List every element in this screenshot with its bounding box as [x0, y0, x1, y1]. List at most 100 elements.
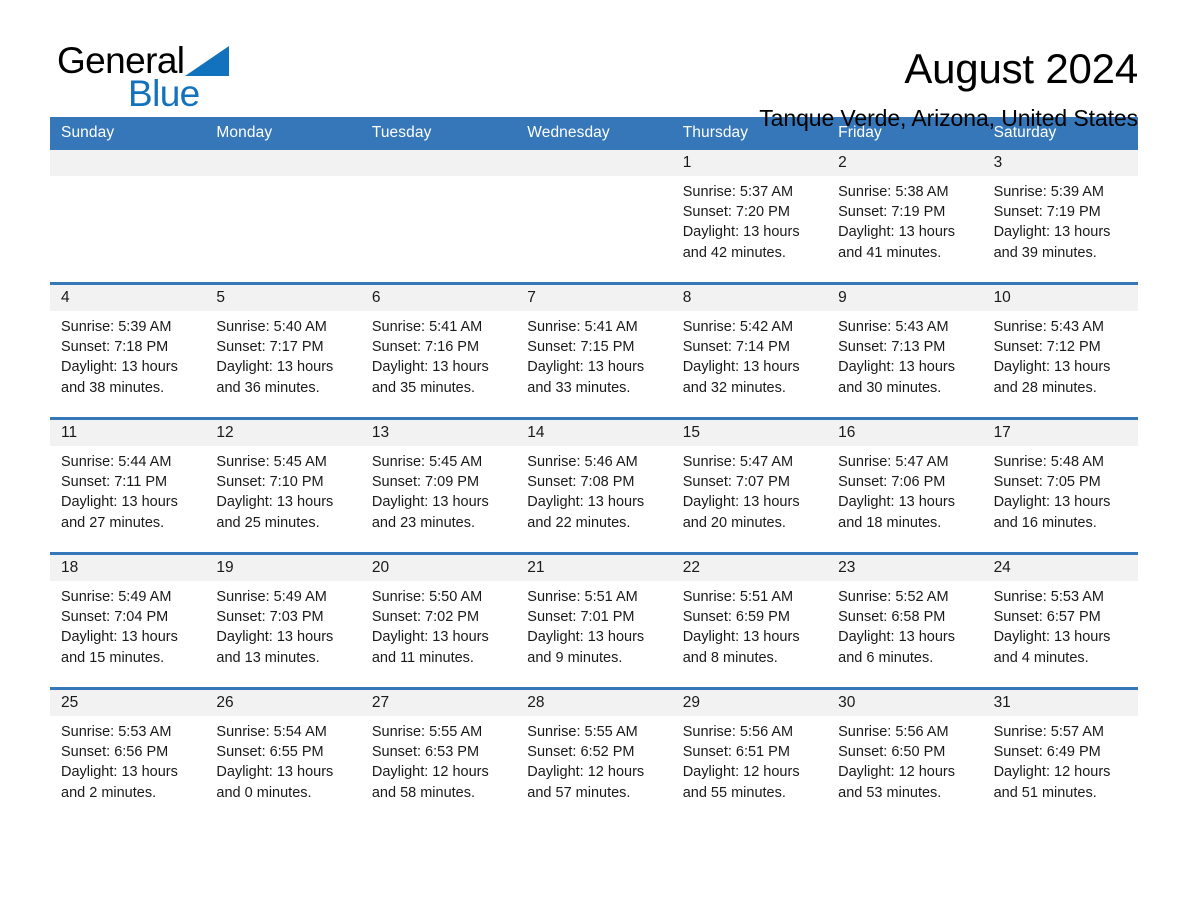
day-sun-info: Sunrise: 5:56 AM Sunset: 6:51 PM Daylight:… — [672, 716, 827, 803]
sunset-text: Sunset: 7:03 PM — [216, 609, 324, 626]
daylight-text: Daylight: 13 hours and 20 minutes. — [682, 494, 800, 531]
sunset-text: Sunset: 7:10 PM — [216, 474, 324, 491]
day-sun-info: Sunrise: 5:37 AM Sunset: 7:20 PM Daylight:… — [672, 176, 827, 263]
daylight-text: Daylight: 13 hours and 35 minutes. — [371, 359, 489, 396]
calendar-day-cell[interactable]: 13 Sunrise: 5:45 AM Sunset: 7:09 PM Dayligh… — [360, 420, 517, 552]
calendar-day-cell[interactable]: 19 Sunrise: 5:49 AM Sunset: 7:03 PM Dayligh… — [205, 555, 361, 687]
logo-text-blue: Blue — [128, 73, 200, 114]
calendar-day-cell[interactable]: 26 Sunrise: 5:54 AM Sunset: 6:55 PM Dayligh… — [205, 690, 361, 822]
day-sun-info: Sunrise: 5:54 AM Sunset: 6:55 PM Daylight:… — [205, 716, 360, 803]
day-number: 6 — [360, 285, 517, 311]
calendar-day-cell[interactable]: 22 Sunrise: 5:51 AM Sunset: 6:59 PM Dayligh… — [671, 555, 828, 687]
calendar-day-cell[interactable]: 23 Sunrise: 5:52 AM Sunset: 6:58 PM Dayligh… — [827, 555, 983, 687]
day-sun-info: Sunrise: 5:51 AM Sunset: 7:01 PM Daylight:… — [516, 581, 671, 668]
calendar-day-cell[interactable]: 25 Sunrise: 5:53 AM Sunset: 6:56 PM Dayligh… — [50, 690, 206, 822]
sunset-text: Sunset: 7:14 PM — [682, 339, 790, 356]
calendar-day-cell[interactable]: 3 Sunrise: 5:39 AM Sunset: 7:19 PM Daylight… — [982, 150, 1138, 282]
sunset-text: Sunset: 7:05 PM — [993, 474, 1101, 491]
calendar-day-cell[interactable]: 8 Sunrise: 5:42 AM Sunset: 7:14 PM Daylight… — [671, 285, 828, 417]
day-sun-info: Sunrise: 5:48 AM Sunset: 7:05 PM Daylight:… — [983, 446, 1138, 533]
calendar-day-cell[interactable]: 10 Sunrise: 5:43 AM Sunset: 7:12 PM Dayligh… — [982, 285, 1138, 417]
sunset-text: Sunset: 7:19 PM — [838, 204, 946, 221]
calendar-day-cell[interactable]: 12 Sunrise: 5:45 AM Sunset: 7:10 PM Dayligh… — [205, 420, 361, 552]
day-number: 27 — [360, 690, 517, 716]
daylight-text: Daylight: 13 hours and 38 minutes. — [61, 359, 178, 396]
calendar-day-cell[interactable]: 29 Sunrise: 5:56 AM Sunset: 6:51 PM Dayligh… — [671, 690, 828, 822]
sunrise-text: Sunrise: 5:49 AM — [216, 589, 327, 605]
daylight-text: Daylight: 13 hours and 42 minutes. — [682, 224, 800, 261]
generalblue-logo[interactable]: General Blue — [50, 42, 280, 114]
calendar-day-cell[interactable]: 24 Sunrise: 5:53 AM Sunset: 6:57 PM Dayligh… — [982, 555, 1138, 687]
weekday-tuesday: Tuesday — [371, 124, 432, 141]
day-sun-info: Sunrise: 5:46 AM Sunset: 7:08 PM Daylight:… — [516, 446, 671, 533]
sunset-text: Sunset: 7:19 PM — [993, 204, 1101, 221]
daylight-text: Daylight: 13 hours and 16 minutes. — [993, 494, 1111, 531]
sunrise-text: Sunrise: 5:56 AM — [838, 724, 949, 740]
sunset-text: Sunset: 7:12 PM — [993, 339, 1101, 356]
daylight-text: Daylight: 13 hours and 13 minutes. — [216, 629, 334, 666]
sunrise-text: Sunrise: 5:44 AM — [61, 454, 172, 470]
calendar-day-cell[interactable]: 31 Sunrise: 5:57 AM Sunset: 6:49 PM Dayligh… — [982, 690, 1138, 822]
sunset-text: Sunset: 6:58 PM — [838, 609, 946, 626]
day-number: 15 — [671, 420, 828, 446]
sunrise-text: Sunrise: 5:51 AM — [682, 589, 794, 605]
calendar-day-cell[interactable]: 21 Sunrise: 5:51 AM Sunset: 7:01 PM Dayligh… — [516, 555, 672, 687]
sunrise-text: Sunrise: 5:57 AM — [993, 724, 1104, 740]
calendar-day-cell[interactable]: 28 Sunrise: 5:55 AM Sunset: 6:52 PM Dayligh… — [516, 690, 672, 822]
calendar-day-cell[interactable]: 15 Sunrise: 5:47 AM Sunset: 7:07 PM Dayligh… — [671, 420, 828, 552]
day-sun-info: Sunrise: 5:53 AM Sunset: 6:56 PM Daylight:… — [50, 716, 205, 803]
sunset-text: Sunset: 7:11 PM — [61, 474, 168, 491]
daylight-text: Daylight: 13 hours and 32 minutes. — [682, 359, 800, 396]
daylight-text: Daylight: 13 hours and 9 minutes. — [527, 629, 645, 666]
day-sun-info: Sunrise: 5:40 AM Sunset: 7:17 PM Daylight:… — [205, 311, 360, 398]
day-sun-info: Sunrise: 5:41 AM Sunset: 7:16 PM Daylight:… — [361, 311, 516, 398]
sunrise-text: Sunrise: 5:47 AM — [682, 454, 794, 470]
sunrise-text: Sunrise: 5:55 AM — [371, 724, 483, 740]
day-sun-info: Sunrise: 5:49 AM Sunset: 7:03 PM Daylight:… — [205, 581, 360, 668]
day-sun-info: Sunrise: 5:56 AM Sunset: 6:50 PM Daylight:… — [827, 716, 982, 803]
daylight-text: Daylight: 13 hours and 23 minutes. — [371, 494, 489, 531]
calendar-day-cell[interactable]: 2 Sunrise: 5:38 AM Sunset: 7:19 PM Daylight… — [827, 150, 983, 282]
calendar-day-cell[interactable]: 17 Sunrise: 5:48 AM Sunset: 7:05 PM Dayligh… — [982, 420, 1138, 552]
sunset-text: Sunset: 6:57 PM — [993, 609, 1101, 626]
sunrise-text: Sunrise: 5:45 AM — [371, 454, 483, 470]
day-sun-info: Sunrise: 5:50 AM Sunset: 7:02 PM Daylight:… — [361, 581, 516, 668]
day-sun-info: Sunrise: 5:42 AM Sunset: 7:14 PM Daylight:… — [672, 311, 827, 398]
day-sun-info: Sunrise: 5:39 AM Sunset: 7:19 PM Daylight:… — [983, 176, 1138, 263]
weekday-friday: Friday — [838, 124, 882, 141]
calendar-day-cell[interactable]: 18 Sunrise: 5:49 AM Sunset: 7:04 PM Dayligh… — [50, 555, 206, 687]
day-sun-info: Sunrise: 5:51 AM Sunset: 6:59 PM Daylight:… — [672, 581, 827, 668]
day-number: 19 — [205, 555, 361, 581]
day-number: 10 — [982, 285, 1138, 311]
calendar-day-cell[interactable]: 14 Sunrise: 5:46 AM Sunset: 7:08 PM Dayligh… — [516, 420, 672, 552]
calendar-day-cell[interactable]: 27 Sunrise: 5:55 AM Sunset: 6:53 PM Dayligh… — [360, 690, 517, 822]
day-sun-info: Sunrise: 5:57 AM Sunset: 6:49 PM Daylight:… — [983, 716, 1138, 803]
sunrise-text: Sunrise: 5:37 AM — [682, 184, 794, 200]
calendar-day-cell[interactable]: 30 Sunrise: 5:56 AM Sunset: 6:50 PM Dayligh… — [827, 690, 983, 822]
calendar-day-cell[interactable]: 9 Sunrise: 5:43 AM Sunset: 7:13 PM Daylight… — [827, 285, 983, 417]
calendar-day-cell[interactable]: 20 Sunrise: 5:50 AM Sunset: 7:02 PM Dayligh… — [360, 555, 517, 687]
daylight-text: Daylight: 13 hours and 0 minutes. — [216, 764, 334, 801]
sunrise-text: Sunrise: 5:54 AM — [216, 724, 327, 740]
calendar-week-row: 4 Sunrise: 5:39 AM Sunset: 7:18 PM Daylight… — [50, 282, 1138, 417]
sunrise-text: Sunrise: 5:52 AM — [838, 589, 949, 605]
sunrise-text: Sunrise: 5:56 AM — [682, 724, 794, 740]
calendar-grid: Sunday Monday Tuesday Wednesday Thursday… — [50, 117, 1138, 822]
sunrise-text: Sunrise: 5:40 AM — [216, 319, 327, 335]
calendar-day-cell[interactable]: 7 Sunrise: 5:41 AM Sunset: 7:15 PM Daylight… — [516, 285, 672, 417]
calendar-day-cell[interactable]: 16 Sunrise: 5:47 AM Sunset: 7:06 PM Dayligh… — [827, 420, 983, 552]
calendar-day-cell[interactable]: 6 Sunrise: 5:41 AM Sunset: 7:16 PM Daylight… — [360, 285, 517, 417]
sunset-text: Sunset: 6:59 PM — [682, 609, 790, 626]
daylight-text: Daylight: 13 hours and 36 minutes. — [216, 359, 334, 396]
day-number: 17 — [982, 420, 1138, 446]
calendar-day-cell[interactable]: 4 Sunrise: 5:39 AM Sunset: 7:18 PM Daylight… — [50, 285, 206, 417]
calendar-day-cell[interactable]: 1 Sunrise: 5:37 AM Sunset: 7:20 PM Daylight… — [671, 150, 828, 282]
day-number: 25 — [50, 690, 206, 716]
sunset-text: Sunset: 7:02 PM — [371, 609, 480, 626]
calendar-day-cell[interactable]: 11 Sunrise: 5:44 AM Sunset: 7:11 PM Dayligh… — [50, 420, 206, 552]
calendar-day-cell[interactable]: 5 Sunrise: 5:40 AM Sunset: 7:17 PM Daylight… — [205, 285, 361, 417]
day-number: 18 — [50, 555, 206, 581]
sunset-text: Sunset: 7:13 PM — [838, 339, 946, 356]
daylight-text: Daylight: 13 hours and 27 minutes. — [61, 494, 178, 531]
calendar-day-cell-empty — [50, 150, 206, 282]
